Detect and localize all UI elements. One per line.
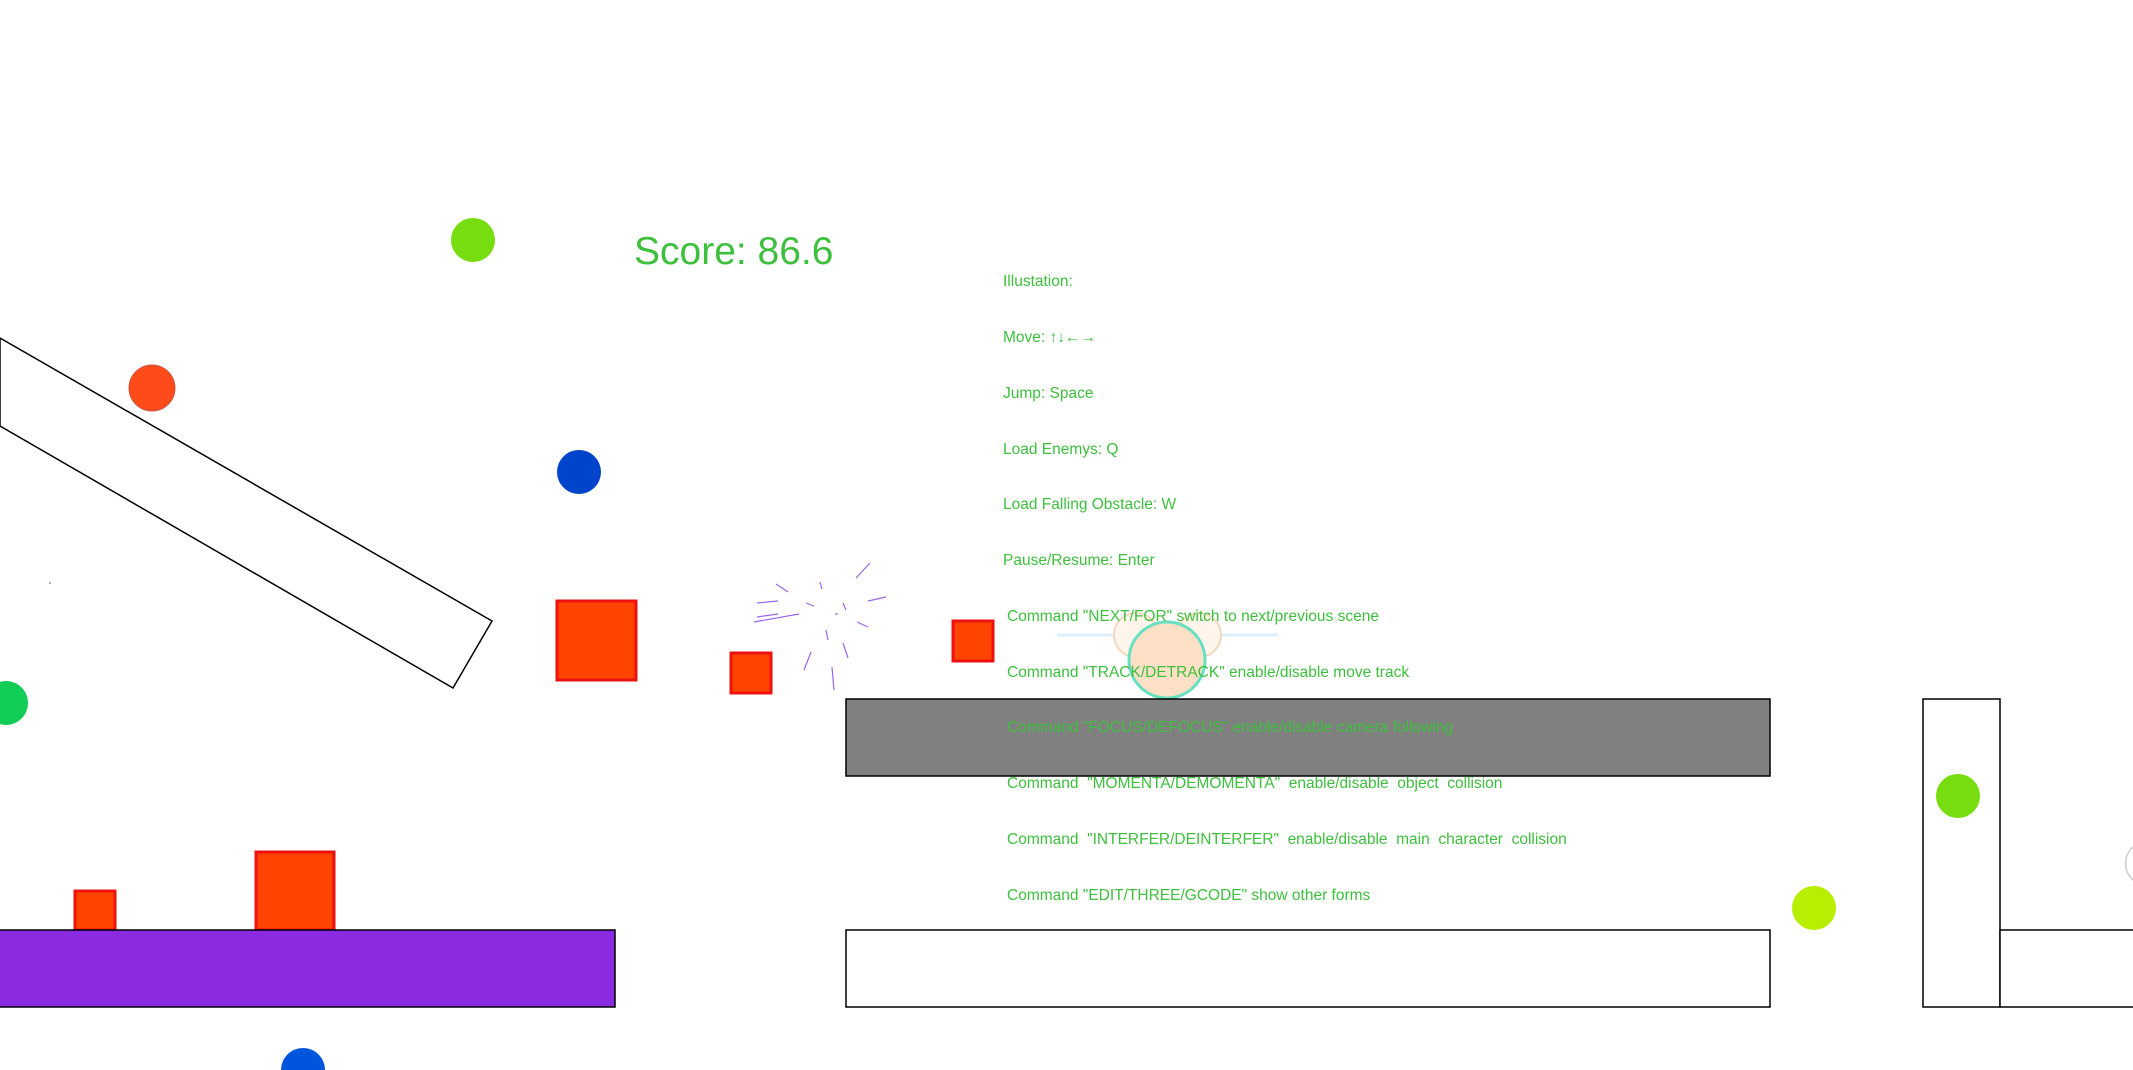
tilted-platform: [0, 337, 494, 690]
command-edit: Command "EDIT/THREE/GCODE" show other fo…: [1007, 886, 1371, 904]
blue-ball: [557, 450, 601, 494]
command-next: Command "NEXT/FOR" switch to next/previo…: [1007, 607, 1379, 625]
instructions-panel: Illustation: Move: ↑↓←→ Jump: Space Load…: [1003, 236, 1567, 924]
command-focus: Command "FOCUS/DEFOCUS" enable/disable c…: [1007, 719, 1454, 737]
offscreen-ball-edge: [2124, 846, 2133, 881]
score-display: Score: 86.6: [634, 230, 834, 273]
control-load-enemies: Load Enemys: Q: [1003, 440, 1119, 458]
blue-ball-bottom: [281, 1048, 325, 1070]
tiny-dot: [49, 582, 51, 584]
orange-ball: [128, 364, 176, 412]
enemy-square: [73, 889, 117, 932]
lime-ball: [1792, 886, 1836, 930]
bright-green-ball: [0, 681, 28, 725]
outline-platform-right: [1999, 929, 2133, 1008]
command-interfer: Command "INTERFER/DEINTERFER" enable/dis…: [1007, 831, 1567, 848]
control-move: Move: ↑↓←→: [1003, 328, 1097, 346]
enemy-square: [729, 651, 773, 695]
purple-platform: [0, 929, 616, 1008]
command-momenta: Command "MOMENTA/DEMOMENTA" enable/disab…: [1007, 775, 1503, 793]
green-ball: [451, 218, 495, 262]
outline-platform: [845, 929, 1771, 1008]
enemy-square: [951, 619, 995, 663]
command-track: Command "TRACK/DETRACK" enable/disable m…: [1007, 663, 1410, 681]
green-ball-pillar: [1936, 774, 1980, 818]
enemy-square: [555, 599, 638, 682]
instructions-title: Illustation:: [1003, 273, 1073, 291]
enemy-square: [254, 850, 336, 932]
spark-burst-icon: [753, 562, 887, 691]
outline-pillar: [1922, 698, 2001, 1008]
control-pause: Pause/Resume: Enter: [1003, 552, 1155, 570]
control-load-obstacle: Load Falling Obstacle: W: [1003, 496, 1177, 514]
control-jump: Jump: Space: [1003, 384, 1094, 402]
